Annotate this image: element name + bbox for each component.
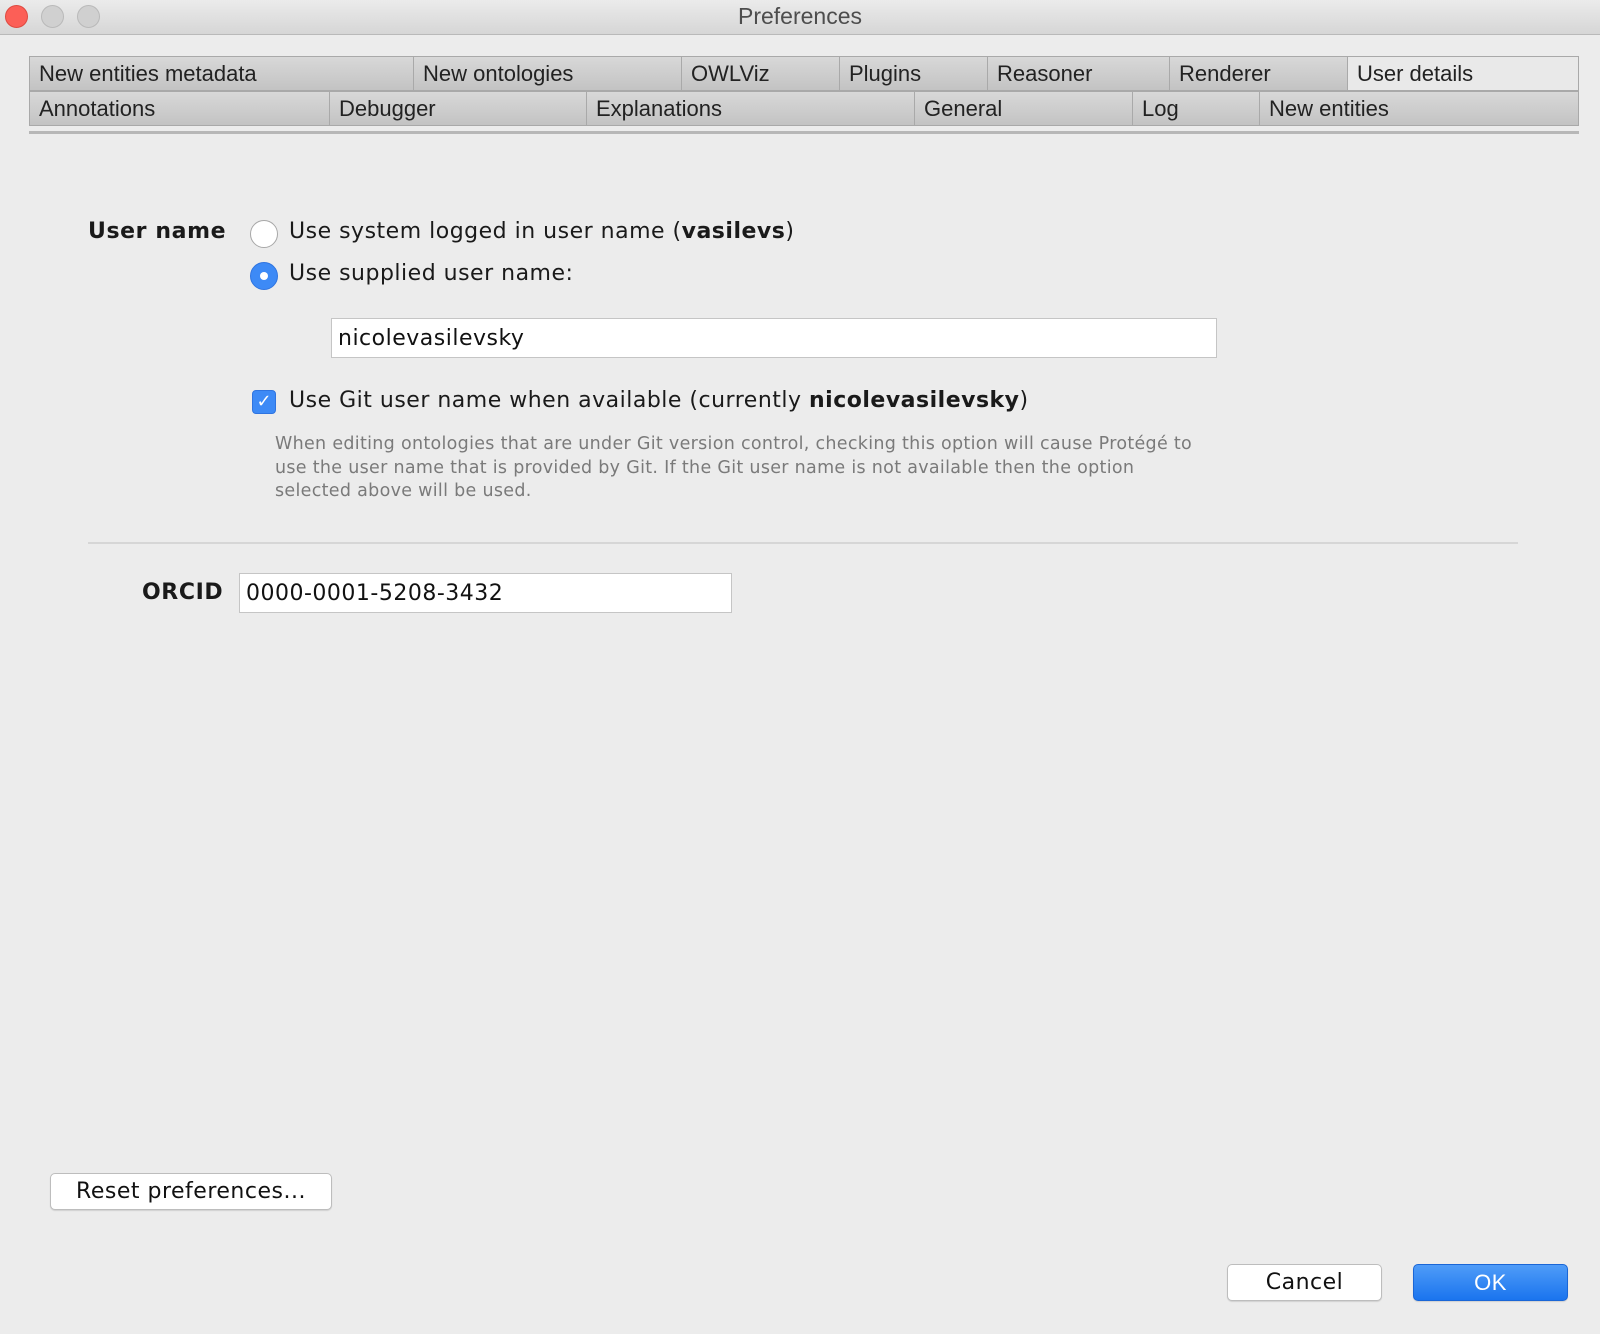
- git-user-name-value: nicolevasilevsky: [809, 388, 1020, 413]
- preferences-tabs: New entities metadata New ontologies OWL…: [29, 56, 1579, 134]
- tab-row-1: New entities metadata New ontologies OWL…: [29, 56, 1579, 91]
- git-user-name-help-text: When editing ontologies that are under G…: [275, 434, 1193, 501]
- section-divider: [88, 542, 1518, 544]
- tab-new-ontologies[interactable]: New ontologies: [414, 56, 682, 91]
- user-name-label: User name: [88, 219, 227, 244]
- tab-renderer[interactable]: Renderer: [1170, 56, 1348, 91]
- reset-preferences-button[interactable]: Reset preferences...: [50, 1173, 332, 1210]
- cancel-button[interactable]: Cancel: [1227, 1264, 1382, 1301]
- tab-owlviz[interactable]: OWLViz: [682, 56, 840, 91]
- tab-debugger[interactable]: Debugger: [330, 91, 587, 126]
- tab-log[interactable]: Log: [1133, 91, 1260, 126]
- supplied-user-name-radio[interactable]: [250, 262, 278, 290]
- window-title: Preferences: [737, 3, 862, 29]
- orcid-input[interactable]: [239, 573, 732, 613]
- orcid-label: ORCID: [142, 580, 224, 605]
- system-user-name-value: vasilevs: [681, 219, 786, 244]
- supplied-user-name-option-label: Use supplied user name:: [289, 261, 574, 286]
- ok-button[interactable]: OK: [1413, 1264, 1568, 1301]
- tab-row-2: Annotations Debugger Explanations Genera…: [29, 91, 1579, 126]
- tab-new-entities[interactable]: New entities: [1260, 91, 1579, 126]
- tab-general[interactable]: General: [915, 91, 1133, 126]
- git-user-name-option-label: Use Git user name when available (curren…: [289, 388, 1029, 413]
- tab-annotations[interactable]: Annotations: [29, 91, 330, 126]
- supplied-user-name-input[interactable]: [331, 318, 1217, 358]
- tab-plugins[interactable]: Plugins: [840, 56, 988, 91]
- checkmark-icon: ✓: [256, 391, 272, 412]
- title-bar: Preferences: [0, 0, 1600, 35]
- system-user-name-option-label: Use system logged in user name (vasilevs…: [289, 219, 795, 244]
- git-user-name-checkbox[interactable]: ✓: [252, 390, 276, 414]
- system-user-name-radio[interactable]: [250, 220, 278, 248]
- tab-new-entities-metadata[interactable]: New entities metadata: [29, 56, 414, 91]
- tab-user-details[interactable]: User details: [1348, 56, 1579, 91]
- tab-reasoner[interactable]: Reasoner: [988, 56, 1170, 91]
- tab-explanations[interactable]: Explanations: [587, 91, 915, 126]
